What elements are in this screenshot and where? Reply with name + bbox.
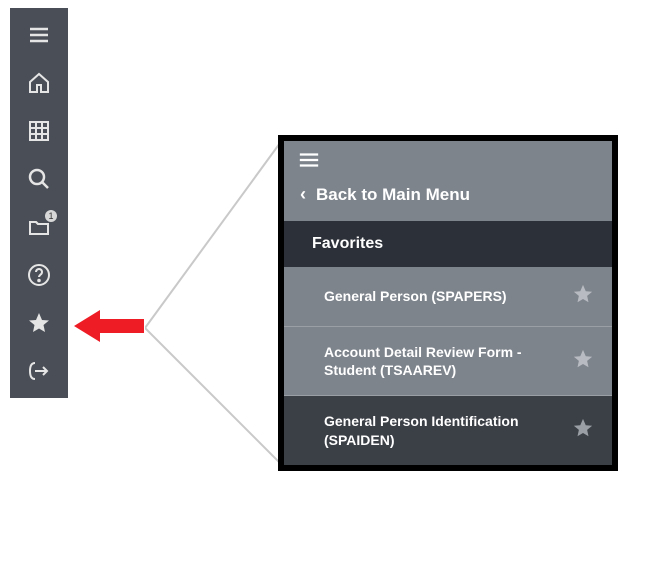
favorite-star-button[interactable]	[572, 348, 594, 375]
hamburger-icon	[27, 23, 51, 52]
star-icon	[27, 311, 51, 340]
callout-arrow	[74, 308, 144, 344]
favorites-item-label: Account Detail Review Form - Student (TS…	[324, 343, 524, 379]
favorites-item[interactable]: General Person (SPAPERS)	[284, 267, 612, 327]
home-icon	[27, 71, 51, 100]
callout-lines	[145, 138, 280, 468]
chevron-left-icon: ‹	[300, 184, 306, 205]
signout-icon	[27, 359, 51, 388]
sidebar-item-menu[interactable]	[19, 22, 59, 52]
folder-badge: 1	[45, 210, 57, 222]
star-icon	[572, 426, 594, 443]
favorites-item-label: General Person (SPAPERS)	[324, 287, 507, 305]
favorites-item-label: General Person Identification (SPAIDEN)	[324, 412, 524, 448]
search-icon	[27, 167, 51, 196]
sidebar-item-folder[interactable]: 1	[19, 214, 59, 244]
sidebar-item-apps[interactable]	[19, 118, 59, 148]
favorites-list: General Person (SPAPERS) Account Detail …	[284, 267, 612, 465]
grid-icon	[27, 119, 51, 148]
hamburger-icon	[298, 156, 320, 173]
back-to-main-button[interactable]: ‹ Back to Main Menu	[298, 182, 598, 215]
favorite-star-button[interactable]	[572, 283, 594, 310]
back-label: Back to Main Menu	[316, 185, 470, 205]
favorites-header: Favorites	[284, 221, 612, 267]
star-icon	[572, 357, 594, 374]
sidebar-item-search[interactable]	[19, 166, 59, 196]
sidebar-item-home[interactable]	[19, 70, 59, 100]
favorites-panel: ‹ Back to Main Menu Favorites General Pe…	[278, 135, 618, 471]
panel-menu-button[interactable]	[298, 151, 598, 174]
sidebar-item-favorites[interactable]	[19, 310, 59, 340]
panel-header: ‹ Back to Main Menu	[284, 141, 612, 221]
favorites-item[interactable]: Account Detail Review Form - Student (TS…	[284, 327, 612, 396]
favorite-star-button[interactable]	[572, 417, 594, 444]
help-icon	[27, 263, 51, 292]
favorites-item[interactable]: General Person Identification (SPAIDEN)	[284, 396, 612, 464]
star-icon	[572, 292, 594, 309]
main-sidebar: 1	[10, 8, 68, 398]
sidebar-item-help[interactable]	[19, 262, 59, 292]
sidebar-item-signout[interactable]	[19, 358, 59, 388]
